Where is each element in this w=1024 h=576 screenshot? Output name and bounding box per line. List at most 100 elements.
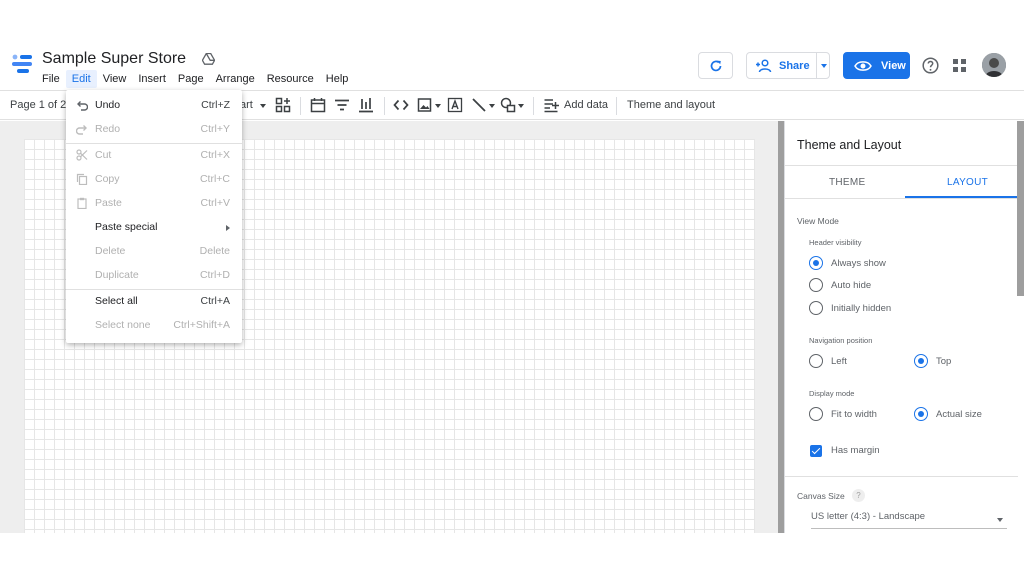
menu-item-shortcut: Ctrl+C bbox=[199, 173, 230, 185]
theme-layout-panel: Theme and Layout THEME LAYOUT View Mode … bbox=[784, 121, 1024, 533]
panel-divider bbox=[785, 165, 1018, 166]
scissors-icon bbox=[76, 149, 88, 161]
menu-page[interactable]: Page bbox=[172, 70, 210, 88]
help-icon[interactable] bbox=[922, 57, 939, 74]
tab-theme[interactable]: THEME bbox=[829, 177, 866, 188]
view-label: View bbox=[881, 59, 906, 72]
menu-bar: File Edit View Insert Page Arrange Resource Hel… bbox=[36, 70, 354, 88]
has-margin-checkbox[interactable] bbox=[810, 445, 822, 457]
menu-item-redo[interactable]: Redo Ctrl+Y bbox=[66, 118, 242, 142]
menu-item-label: Cut bbox=[95, 149, 112, 161]
edit-menu-dropdown: Undo Ctrl+Z Redo Ctrl+Y Cut Ctrl+X Copy Ctrl+C P… bbox=[66, 90, 242, 343]
menu-item-select-all[interactable]: Select all Ctrl+A bbox=[66, 290, 242, 314]
undo-icon bbox=[77, 101, 88, 111]
auto-hide-label[interactable]: Auto hide bbox=[831, 280, 871, 291]
menu-item-copy[interactable]: Copy Ctrl+C bbox=[66, 168, 242, 192]
menu-item-undo[interactable]: Undo Ctrl+Z bbox=[66, 94, 242, 118]
menu-item-paste-special[interactable]: Paste special bbox=[66, 216, 242, 240]
share-divider bbox=[816, 53, 817, 78]
radio-actual-size[interactable] bbox=[914, 407, 928, 421]
menu-item-label: Redo bbox=[95, 123, 121, 135]
text-box-icon[interactable] bbox=[447, 97, 463, 113]
share-label: Share bbox=[779, 59, 810, 72]
share-dropdown-caret-icon[interactable] bbox=[821, 64, 827, 68]
data-studio-logo-icon[interactable] bbox=[10, 52, 34, 76]
chart-dropdown-caret-icon[interactable] bbox=[260, 104, 266, 108]
fit-to-width-label[interactable]: Fit to width bbox=[831, 409, 877, 420]
menu-item-paste[interactable]: Paste Ctrl+V bbox=[66, 192, 242, 216]
menu-help[interactable]: Help bbox=[320, 70, 355, 88]
add-data-button[interactable]: Add data bbox=[564, 99, 608, 111]
menu-arrange[interactable]: Arrange bbox=[210, 70, 261, 88]
nav-top-label[interactable]: Top bbox=[936, 356, 951, 367]
menu-insert[interactable]: Insert bbox=[132, 70, 172, 88]
initially-hidden-label[interactable]: Initially hidden bbox=[831, 303, 891, 314]
line-icon[interactable] bbox=[471, 97, 487, 113]
data-control-icon[interactable] bbox=[358, 97, 374, 113]
menu-resource[interactable]: Resource bbox=[261, 70, 320, 88]
panel-scrollbar[interactable] bbox=[1017, 121, 1024, 296]
canvas-size-help-icon[interactable]: ? bbox=[852, 489, 865, 502]
radio-nav-top[interactable] bbox=[914, 354, 928, 368]
submenu-arrow-icon bbox=[226, 225, 230, 231]
menu-item-shortcut: Delete bbox=[199, 245, 230, 257]
add-control-icon[interactable] bbox=[275, 97, 291, 113]
eye-icon bbox=[854, 60, 872, 71]
menu-item-shortcut: Ctrl+V bbox=[200, 197, 230, 209]
add-person-icon bbox=[756, 58, 772, 72]
clipboard-icon bbox=[77, 197, 87, 209]
toolbar-divider bbox=[533, 97, 534, 115]
panel-divider bbox=[785, 198, 1018, 199]
radio-nav-left[interactable] bbox=[809, 354, 823, 368]
nav-left-label[interactable]: Left bbox=[831, 356, 847, 367]
display-mode-label: Display mode bbox=[809, 389, 855, 398]
always-show-label[interactable]: Always show bbox=[831, 258, 886, 269]
radio-always-show[interactable] bbox=[809, 256, 823, 270]
add-data-icon[interactable] bbox=[543, 97, 559, 113]
line-dropdown-caret-icon[interactable] bbox=[489, 104, 495, 108]
menu-item-select-none[interactable]: Select none Ctrl+Shift+A bbox=[66, 314, 242, 338]
canvas-size-select[interactable]: US letter (4:3) - Landscape bbox=[811, 511, 1007, 529]
filter-control-icon[interactable] bbox=[334, 97, 350, 113]
menu-item-label: Duplicate bbox=[95, 269, 139, 281]
apps-grid-icon[interactable] bbox=[953, 59, 966, 72]
radio-auto-hide[interactable] bbox=[809, 278, 823, 292]
shape-icon[interactable] bbox=[500, 97, 516, 113]
menu-view[interactable]: View bbox=[97, 70, 133, 88]
radio-fit-to-width[interactable] bbox=[809, 407, 823, 421]
bottom-blank-band bbox=[0, 533, 1024, 576]
menu-item-shortcut: Ctrl+Shift+A bbox=[173, 319, 230, 331]
menu-item-duplicate[interactable]: Duplicate Ctrl+D bbox=[66, 264, 242, 288]
radio-initially-hidden[interactable] bbox=[809, 301, 823, 315]
view-button[interactable]: View bbox=[843, 52, 910, 79]
user-avatar[interactable] bbox=[982, 53, 1006, 77]
tab-layout[interactable]: LAYOUT bbox=[947, 177, 988, 188]
refresh-button[interactable] bbox=[698, 52, 733, 79]
toolbar-divider bbox=[616, 97, 617, 115]
menu-item-cut[interactable]: Cut Ctrl+X bbox=[66, 144, 242, 168]
share-button[interactable]: Share bbox=[746, 52, 830, 79]
toolbar-divider bbox=[384, 97, 385, 115]
menu-item-label: Paste special bbox=[95, 221, 158, 233]
menu-file[interactable]: File bbox=[36, 70, 66, 88]
top-blank-band bbox=[0, 0, 1024, 42]
theme-and-layout-button[interactable]: Theme and layout bbox=[627, 99, 715, 111]
menu-edit[interactable]: Edit bbox=[65, 70, 97, 88]
menu-item-shortcut: Ctrl+X bbox=[200, 149, 230, 161]
page-indicator[interactable]: Page 1 of 2 bbox=[10, 99, 66, 111]
menu-item-shortcut: Ctrl+D bbox=[199, 269, 230, 281]
shape-dropdown-caret-icon[interactable] bbox=[518, 104, 524, 108]
image-icon[interactable] bbox=[417, 97, 433, 113]
menu-item-delete[interactable]: Delete Delete bbox=[66, 240, 242, 264]
redo-icon bbox=[76, 125, 87, 135]
menu-item-shortcut: Ctrl+Z bbox=[201, 99, 230, 111]
has-margin-label[interactable]: Has margin bbox=[831, 445, 880, 456]
actual-size-label[interactable]: Actual size bbox=[936, 409, 982, 420]
image-dropdown-caret-icon[interactable] bbox=[435, 104, 441, 108]
report-title[interactable]: Sample Super Store bbox=[42, 50, 186, 68]
date-range-icon[interactable] bbox=[310, 97, 326, 113]
panel-divider bbox=[785, 476, 1018, 477]
drive-icon bbox=[202, 53, 215, 65]
embed-code-icon[interactable] bbox=[393, 97, 409, 113]
menu-item-shortcut: Ctrl+A bbox=[200, 295, 230, 307]
